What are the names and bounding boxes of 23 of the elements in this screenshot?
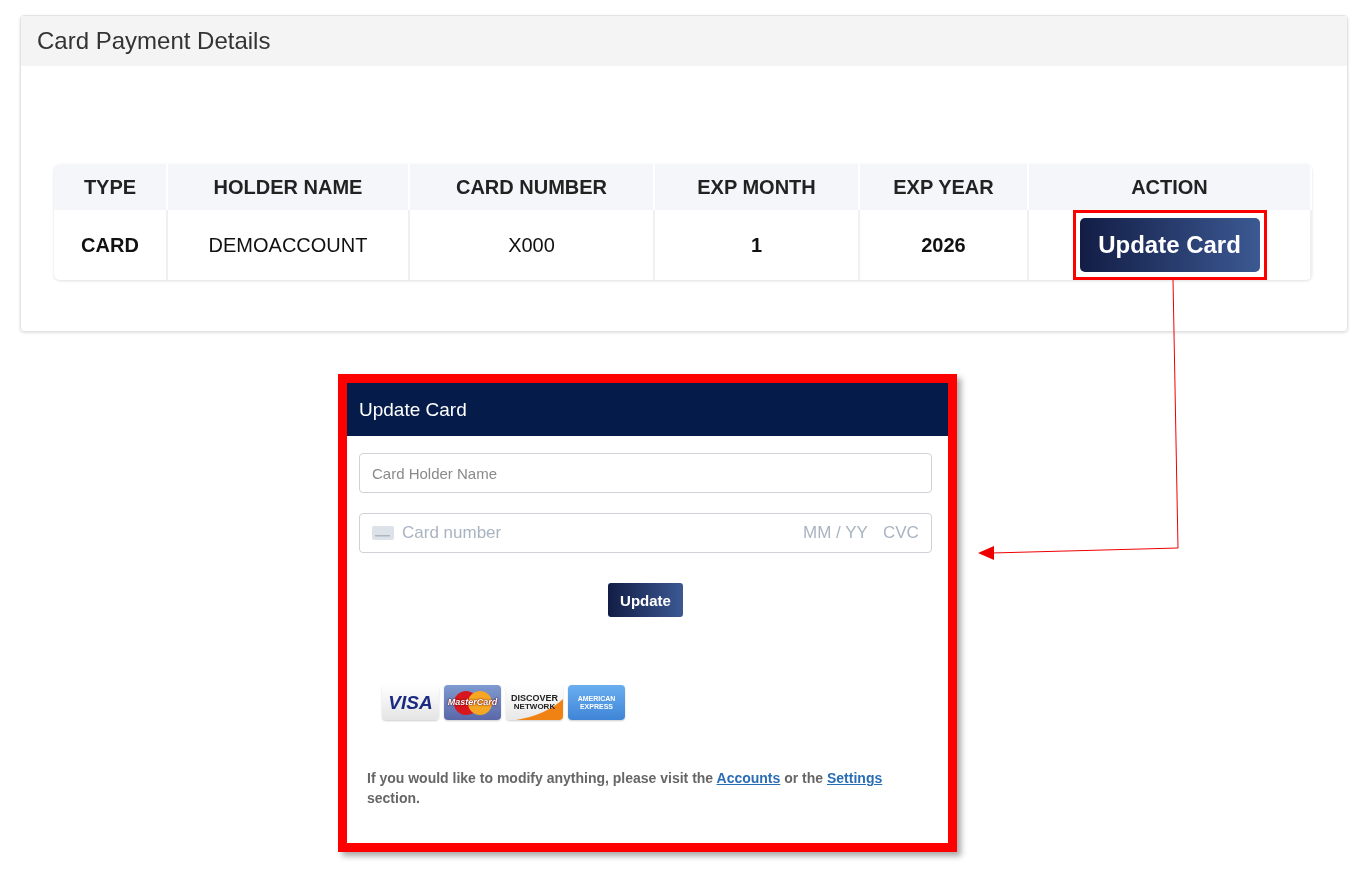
table-cell: 2026 [860,210,1029,280]
column-header: HOLDER NAME [168,164,410,210]
card-brand-logo: VISA [382,685,439,720]
table-cell: DEMOACCOUNT [168,210,410,280]
credit-card-icon [372,526,394,540]
holder-name-field[interactable]: Card Holder Name [359,453,932,493]
settings-link[interactable]: Settings [827,770,883,786]
column-header: EXP YEAR [860,164,1029,210]
column-header: TYPE [54,164,168,210]
help-text: If you would like to modify anything, please visit the Accounts or the Settings section. [367,769,884,808]
dialog-title: Update Card [347,383,948,436]
table-cell: 1 [655,210,860,280]
column-header: CARD NUMBER [410,164,655,210]
update-button[interactable]: Update [608,583,683,617]
card-brand-logo: DISCOVER NETWORK [506,685,563,720]
panel-title: Card Payment Details [37,27,271,55]
column-header: EXP MONTH [655,164,860,210]
card-details-field[interactable]: Card number MM / YY CVC [359,513,932,553]
settings-link[interactable]: Accounts [716,770,781,786]
update-card-button[interactable]: Update Card [1079,218,1260,272]
column-header: ACTION [1029,164,1312,210]
table-cell: CARD [54,210,168,280]
table-cell: X000 [410,210,655,280]
